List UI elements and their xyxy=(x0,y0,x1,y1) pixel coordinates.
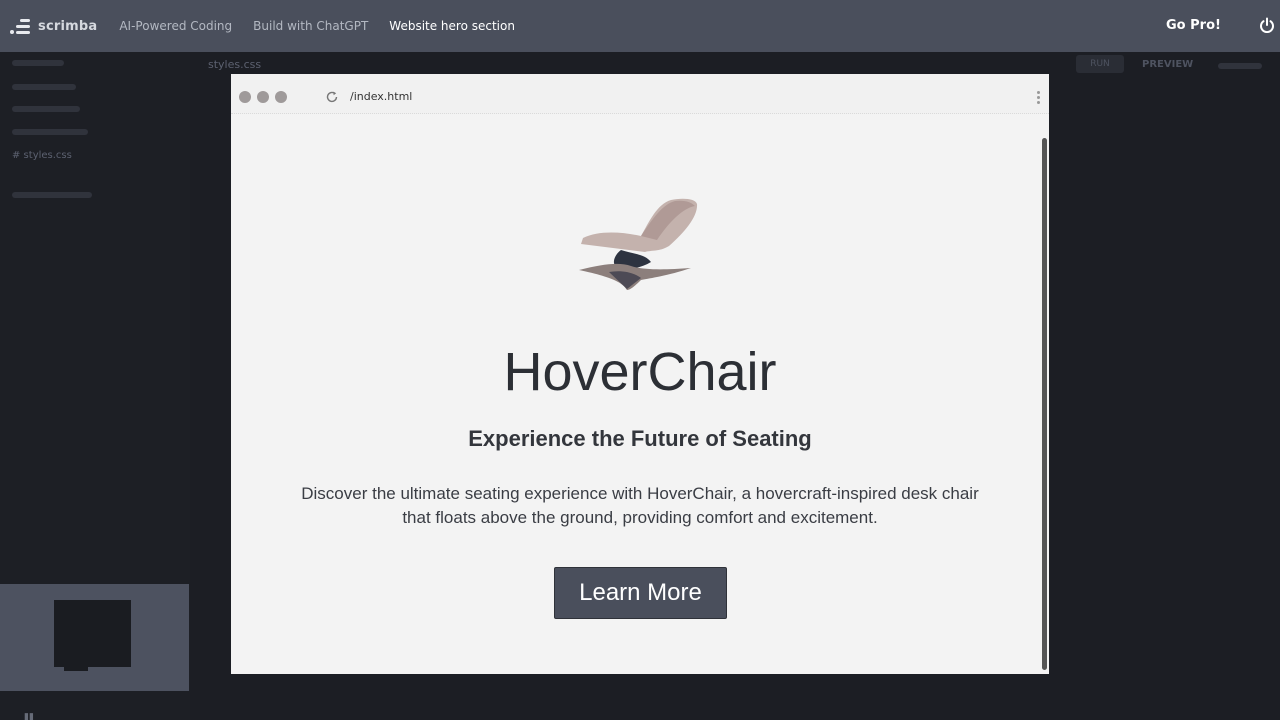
go-pro-button[interactable]: Go Pro! xyxy=(1166,18,1221,33)
instructor-video-thumbnail[interactable] xyxy=(0,584,189,691)
hero-subtitle: Experience the Future of Seating xyxy=(468,426,812,451)
hoverchair-image xyxy=(579,198,698,290)
sidebar-heading-placeholder xyxy=(12,60,64,66)
window-minimize-dot[interactable] xyxy=(257,91,269,103)
hero-description: Discover the ultimate seating experience… xyxy=(301,484,979,527)
breadcrumb-lesson[interactable]: Website hero section xyxy=(389,19,515,33)
reload-icon[interactable] xyxy=(325,90,339,104)
sidebar-item-styles-css[interactable]: # styles.css xyxy=(12,150,72,161)
window-maximize-dot[interactable] xyxy=(275,91,287,103)
top-nav-bar: scrimba AI-Powered Coding Build with Cha… xyxy=(0,0,1280,52)
browser-chrome: /index.html xyxy=(231,74,1049,114)
preview-window: /index.html HoverChair Experience the Fu… xyxy=(231,74,1049,674)
more-options-icon[interactable] xyxy=(1037,91,1041,105)
sidebar-file-placeholder[interactable] xyxy=(12,106,80,112)
window-close-dot[interactable] xyxy=(239,91,251,103)
tab-styles-css[interactable]: styles.css xyxy=(208,58,261,71)
scrimba-logo-icon xyxy=(10,17,30,35)
sidebar-file-placeholder[interactable] xyxy=(12,84,76,90)
power-icon[interactable] xyxy=(1259,17,1275,33)
breadcrumb-course[interactable]: AI-Powered Coding xyxy=(119,19,232,33)
toolbar-placeholder xyxy=(1218,63,1262,69)
grid-icon[interactable]: ▮▮ xyxy=(24,712,34,720)
hero-title: HoverChair xyxy=(503,342,777,402)
breadcrumb-module[interactable]: Build with ChatGPT xyxy=(253,19,368,33)
logo-text: scrimba xyxy=(38,18,98,34)
learn-more-button[interactable]: Learn More xyxy=(554,567,727,619)
preview-scrollbar[interactable] xyxy=(1042,138,1047,670)
video-frame xyxy=(54,600,131,671)
scrimba-logo[interactable]: scrimba xyxy=(10,17,97,35)
run-button[interactable]: RUN xyxy=(1076,55,1124,73)
preview-tab[interactable]: PREVIEW xyxy=(1142,59,1193,70)
url-bar[interactable]: /index.html xyxy=(350,90,412,103)
sidebar-section-placeholder xyxy=(12,192,92,198)
sidebar-file-placeholder[interactable] xyxy=(12,129,88,135)
